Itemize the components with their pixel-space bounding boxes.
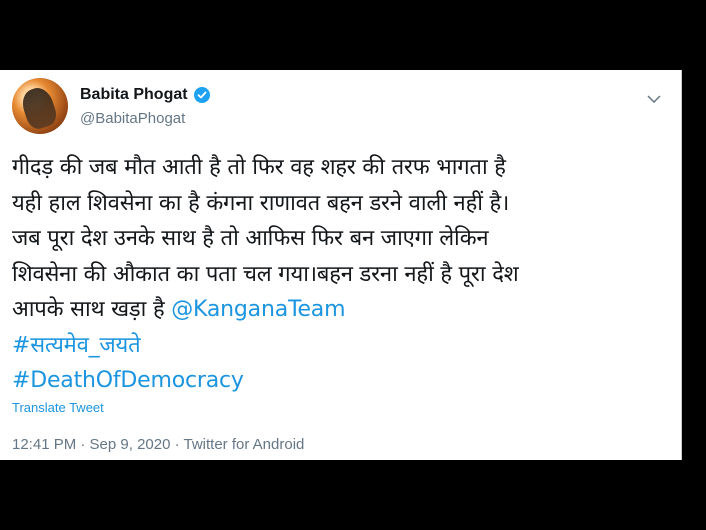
tweet-line: आपके साथ खड़ा है @KanganaTeam xyxy=(12,292,662,328)
translate-tweet-link[interactable]: Translate Tweet xyxy=(12,400,104,415)
chevron-down-icon[interactable] xyxy=(645,90,663,108)
tweet-header: Babita Phogat @BabitaPhogat xyxy=(12,78,663,134)
tweet-line-text: आपके साथ खड़ा है xyxy=(12,297,172,322)
hashtag-link[interactable]: #DeathOfDemocracy xyxy=(12,363,662,399)
author-name[interactable]: Babita Phogat xyxy=(80,86,188,104)
hashtag-link[interactable]: #सत्यमेव_जयते xyxy=(12,328,662,364)
tweet-line: गीदड़ की जब मौत आती है तो फिर वह शहर की … xyxy=(12,155,506,180)
tweet-timestamp[interactable]: 12:41 PM · Sep 9, 2020 · Twitter for And… xyxy=(12,436,304,453)
author-name-row: Babita Phogat xyxy=(80,86,210,104)
tweet-line: जब पूरा देश उनके साथ है तो आफिस फिर बन ज… xyxy=(12,226,489,251)
tweet-line: शिवसेना की औकात का पता चल गया।बहन डरना न… xyxy=(12,261,519,287)
tweet-card: Babita Phogat @BabitaPhogat गीदड़ की जब … xyxy=(0,70,681,460)
avatar-figure xyxy=(18,84,60,132)
tweet-text: गीदड़ की जब मौत आती है तो फिर वह शहर की … xyxy=(12,150,662,399)
avatar[interactable] xyxy=(12,78,68,134)
tweet-line: यही हाल शिवसेना का है कंगना राणावत बहन ड… xyxy=(12,190,510,216)
mention-link[interactable]: @KanganaTeam xyxy=(171,297,345,322)
author-handle[interactable]: @BabitaPhogat xyxy=(80,110,185,127)
verified-badge-icon xyxy=(193,87,210,103)
divider xyxy=(681,70,682,460)
